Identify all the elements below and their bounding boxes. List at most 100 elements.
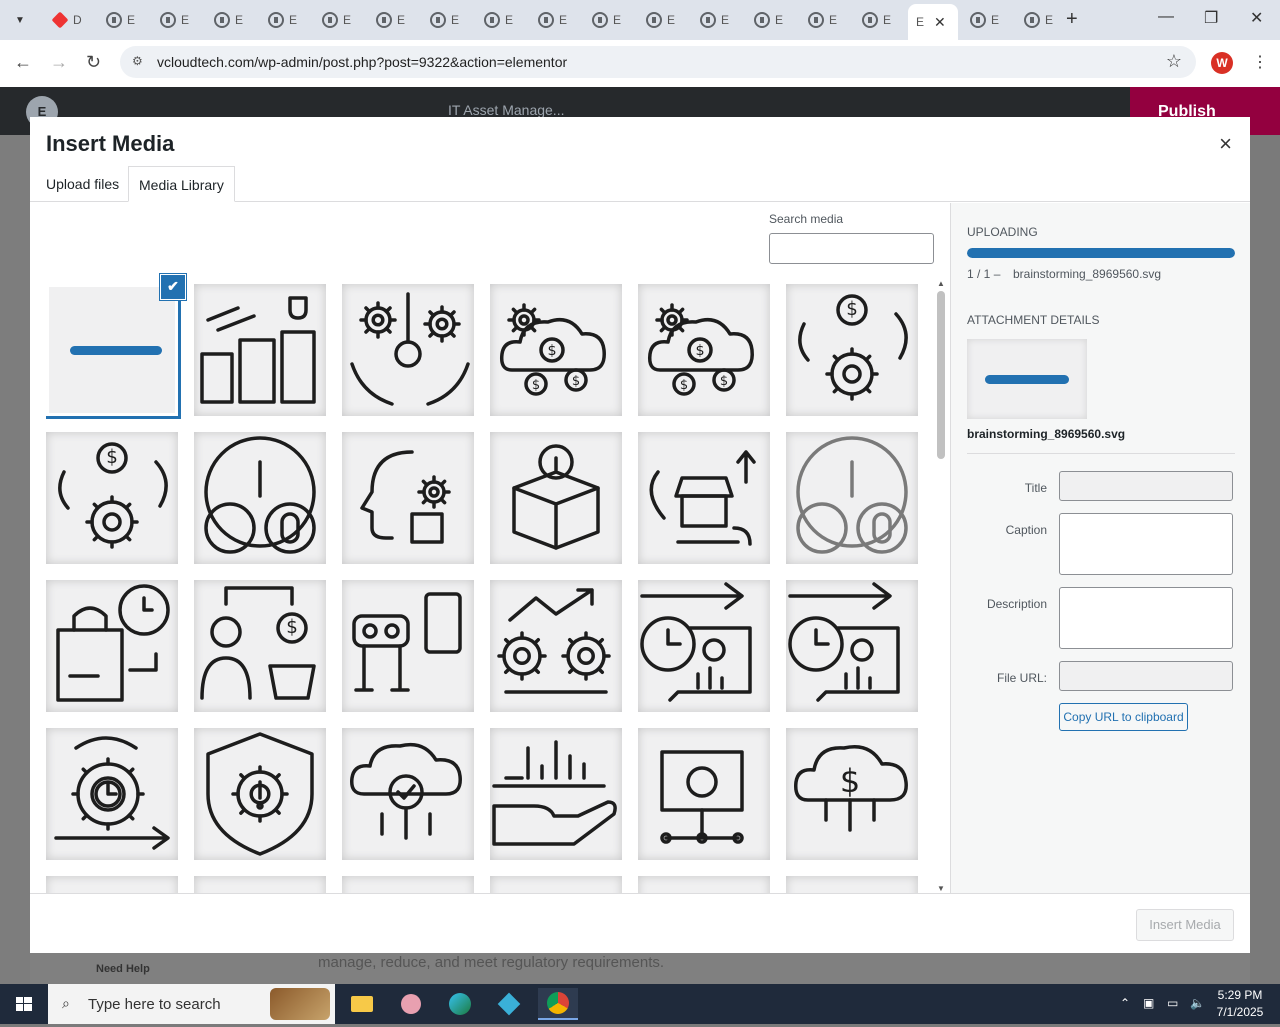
media-item-gauge-heart-pill[interactable] — [194, 432, 326, 564]
tray-chevron-icon[interactable]: ⌃ — [1120, 996, 1130, 1010]
media-item-blue-dash[interactable] — [46, 284, 178, 416]
document-title[interactable]: IT Asset Manage... — [448, 102, 564, 118]
tab-label: E — [829, 13, 838, 27]
media-item-partial[interactable] — [46, 876, 178, 894]
title-field[interactable] — [1059, 471, 1233, 501]
selected-check-icon[interactable]: ✔ — [161, 275, 185, 299]
media-item-shield-gear-alert[interactable] — [194, 728, 326, 860]
media-item-store-cycle-arrows[interactable] — [638, 432, 770, 564]
tab-media-library[interactable]: Media Library — [128, 166, 235, 202]
media-item-clock-chart-arrow[interactable] — [786, 580, 918, 712]
volume-icon[interactable]: 🔈 — [1190, 996, 1205, 1010]
media-item-gear-dollar-cycle[interactable]: $ — [786, 284, 918, 416]
reload-icon[interactable]: ↻ — [86, 52, 101, 73]
windows-start-icon[interactable] — [0, 984, 48, 1024]
browser-tab[interactable]: E — [962, 4, 1014, 36]
restore-icon[interactable]: ❐ — [1204, 8, 1218, 28]
network-icon[interactable]: ▭ — [1167, 996, 1178, 1010]
scrollbar-thumb[interactable] — [937, 291, 945, 459]
media-item-cloud-gears-coins[interactable]: $ $ $ — [638, 284, 770, 416]
taskbar-clock[interactable]: 5:29 PM 7/1/2025 — [1210, 987, 1270, 1021]
browser-tab[interactable]: E — [746, 4, 798, 36]
address-bar[interactable]: ⚙ vcloudtech.com/wp-admin/post.php?post=… — [120, 46, 1196, 78]
media-item-person-dollar-basket[interactable]: $ — [194, 580, 326, 712]
media-item-head-gear-document[interactable] — [342, 432, 474, 564]
browser-tab[interactable]: E — [800, 4, 852, 36]
media-item-partial[interactable] — [786, 876, 918, 894]
close-window-icon[interactable]: ✕ — [1250, 8, 1263, 28]
browser-tab[interactable]: E — [584, 4, 636, 36]
media-item-cloud-gears-coins[interactable]: $ $ $ — [490, 284, 622, 416]
browser-tab[interactable]: E — [692, 4, 744, 36]
file-url-field[interactable] — [1059, 661, 1233, 691]
description-field[interactable] — [1059, 587, 1233, 649]
scroll-up-icon[interactable]: ▲ — [937, 279, 945, 288]
media-item-gear-dollar-cycle[interactable]: $ — [46, 432, 178, 564]
back-icon[interactable]: ← — [14, 52, 32, 73]
paint-app-icon[interactable] — [391, 988, 431, 1020]
taskbar-search-box[interactable]: ⌕ Type here to search — [48, 984, 335, 1024]
media-item-partial[interactable] — [194, 876, 326, 894]
need-help-link[interactable]: Need Help — [96, 963, 150, 975]
media-item-shopping-bag-clock[interactable] — [46, 580, 178, 712]
gauge-heart-pill-gray-icon — [796, 436, 908, 554]
media-item-clock-chart-arrow[interactable] — [638, 580, 770, 712]
edge-browser-icon[interactable] — [440, 988, 480, 1020]
profile-avatar[interactable]: W — [1211, 52, 1233, 74]
browser-tab[interactable]: E — [152, 4, 204, 36]
browser-tab[interactable]: E — [1016, 4, 1068, 36]
browser-tab[interactable]: E — [368, 4, 420, 36]
media-item-partial[interactable] — [342, 876, 474, 894]
modal-close-button[interactable]: × — [1219, 131, 1232, 157]
media-item-partial[interactable] — [490, 876, 622, 894]
forward-icon[interactable]: → — [50, 52, 68, 73]
scroll-down-icon[interactable]: ▼ — [937, 884, 945, 893]
bookmark-star-icon[interactable]: ☆ — [1166, 51, 1182, 72]
browser-tab[interactable]: E ✕ — [908, 4, 958, 40]
browser-menu-icon[interactable]: ⋮ — [1252, 52, 1268, 72]
search-media-input[interactable] — [769, 233, 934, 264]
media-item-robot-phone-control[interactable] — [342, 580, 474, 712]
browser-tab[interactable]: E — [476, 4, 528, 36]
media-item-buildings-trophy[interactable] — [194, 284, 326, 416]
browser-tab[interactable]: D — [44, 4, 96, 36]
url-text[interactable]: vcloudtech.com/wp-admin/post.php?post=93… — [157, 54, 567, 70]
media-item-hand-bar-chart[interactable] — [490, 728, 622, 860]
insert-media-button[interactable]: Insert Media — [1136, 909, 1234, 941]
browser-tab[interactable]: E — [422, 4, 474, 36]
partial-icon — [786, 876, 918, 894]
wordpress-icon — [538, 12, 554, 28]
media-item-partial[interactable] — [638, 876, 770, 894]
media-item-folder-bug-network[interactable] — [638, 728, 770, 860]
media-grid-scrollbar[interactable]: ▲ ▼ — [934, 279, 948, 893]
tab-upload-files[interactable]: Upload files — [36, 166, 129, 202]
browser-tab[interactable]: E — [260, 4, 312, 36]
close-tab-icon[interactable]: ✕ — [934, 14, 946, 31]
file-explorer-icon[interactable] — [342, 988, 382, 1020]
minimize-icon[interactable]: — — [1158, 8, 1174, 26]
tray-security-icon[interactable]: ▣ — [1143, 996, 1154, 1010]
chrome-icon[interactable] — [538, 988, 578, 1020]
browser-tab[interactable]: E — [314, 4, 366, 36]
tab-search-chevron-icon[interactable]: ▼ — [8, 8, 32, 32]
browser-tab[interactable]: E — [98, 4, 150, 36]
media-item-hands-key-gears[interactable] — [342, 284, 474, 416]
media-item-cloud-magnifier-check[interactable] — [342, 728, 474, 860]
svg-text:$: $ — [680, 378, 688, 393]
browser-tab[interactable]: E — [206, 4, 258, 36]
copy-url-button[interactable]: Copy URL to clipboard — [1059, 703, 1188, 731]
media-item-gear-clock-cycle[interactable] — [46, 728, 178, 860]
media-item-gears-growth-chart[interactable] — [490, 580, 622, 712]
browser-tab[interactable]: E — [530, 4, 582, 36]
media-item-open-box-info[interactable] — [490, 432, 622, 564]
search-highlight-image — [270, 988, 330, 1020]
browser-tab[interactable]: E — [854, 4, 906, 36]
media-item-gauge-heart-pill-gray[interactable] — [786, 432, 918, 564]
browser-tab-bar: ▼ D E E E E E E E E E E E E E E E E ✕ E E + — ❐ ✕ — [0, 0, 1280, 40]
media-item-cloud-dollar-network[interactable]: $ — [786, 728, 918, 860]
new-tab-button[interactable]: + — [1066, 8, 1078, 31]
caption-field[interactable] — [1059, 513, 1233, 575]
browser-tab[interactable]: E — [638, 4, 690, 36]
app-diamond-icon[interactable] — [489, 988, 529, 1020]
site-info-icon[interactable]: ⚙ — [132, 54, 143, 68]
